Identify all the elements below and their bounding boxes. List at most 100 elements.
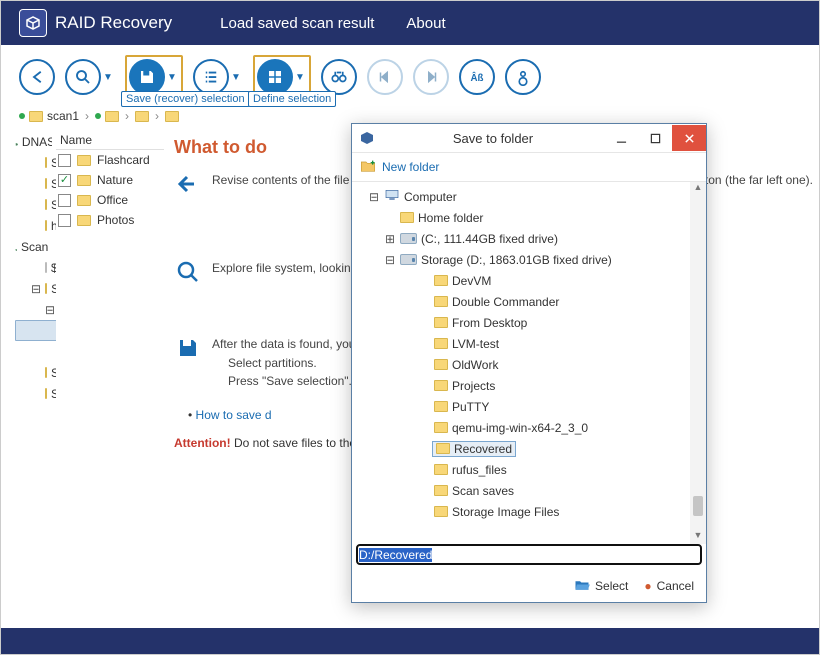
tree-folder[interactable]: ·LVM-test: [356, 333, 688, 354]
drive-icon: [15, 135, 18, 149]
expand-icon[interactable]: ⊞: [384, 232, 396, 246]
folder-icon: [77, 195, 91, 206]
list-item[interactable]: Photos: [56, 210, 164, 230]
tree-label: From Desktop: [452, 316, 527, 330]
tree-item[interactable]: SystemLogs: [15, 383, 56, 404]
tree-item[interactable]: $LostFiles: [15, 257, 56, 278]
collapse-icon[interactable]: ⊟: [384, 253, 396, 267]
chevron-right-icon: ›: [155, 109, 159, 123]
folder-icon: [45, 157, 47, 168]
define-dropdown[interactable]: ▼: [293, 72, 307, 83]
search-icon: [174, 260, 202, 284]
tree-drive-scan[interactable]: Scan result (Ext2/3/4 file system; 24.78…: [15, 236, 56, 257]
help-link[interactable]: How to save d: [196, 408, 272, 422]
drive-icon: [15, 240, 17, 254]
minimize-button[interactable]: [604, 125, 638, 151]
new-folder-label: New folder: [382, 160, 439, 174]
tree-folder[interactable]: ·Scan saves: [356, 480, 688, 501]
tree-home-folder[interactable]: ·Home folder: [356, 207, 688, 228]
tree-item-pictures[interactable]: ⊞Pictures: [15, 320, 56, 341]
list-item[interactable]: Flashcard: [56, 150, 164, 170]
tree-folder[interactable]: ·Storage Image Files: [356, 501, 688, 522]
dialog-vertical-scrollbar[interactable]: ▲ ▼: [690, 182, 706, 544]
tree-label: Projects: [452, 379, 495, 393]
select-label: Select: [595, 579, 628, 593]
select-button[interactable]: Select: [574, 578, 628, 594]
checkbox[interactable]: [58, 174, 71, 187]
list-item[interactable]: Office: [56, 190, 164, 210]
folder-icon: [434, 464, 448, 475]
list-item[interactable]: Nature: [56, 170, 164, 190]
folder-icon: [45, 283, 47, 294]
scroll-down-icon[interactable]: ▼: [694, 530, 703, 544]
list-dropdown[interactable]: ▼: [229, 72, 243, 83]
tree-label: DNAS (Ext2/3/4 file system): [22, 135, 52, 149]
path-input[interactable]: [356, 544, 702, 565]
tree-item[interactable]: System: [15, 173, 56, 194]
close-button[interactable]: [672, 125, 706, 151]
tree-c-drive[interactable]: ⊞ (C:, 111.44GB fixed drive): [356, 228, 688, 249]
nav-next-button[interactable]: [413, 59, 449, 95]
tree-label: Home folder: [418, 211, 483, 225]
save-button[interactable]: [129, 59, 165, 95]
nav-load-saved[interactable]: Load saved scan result: [220, 15, 374, 32]
search-button[interactable]: [65, 59, 101, 95]
dialog-icon: [358, 129, 376, 147]
tree-item[interactable]: Shares: [15, 152, 56, 173]
checkbox[interactable]: [58, 194, 71, 207]
folder-icon: [434, 359, 448, 370]
app-logo: RAID Recovery: [19, 9, 172, 37]
save-dropdown[interactable]: ▼: [165, 72, 179, 83]
nav-about[interactable]: About: [406, 15, 445, 32]
tree-folder[interactable]: ·OldWork: [356, 354, 688, 375]
tree-label: (C:, 111.44GB fixed drive): [421, 232, 558, 246]
folder-icon: [434, 401, 448, 412]
folder-open-icon: [574, 578, 590, 594]
scroll-up-icon[interactable]: ▲: [694, 182, 703, 196]
tree-item[interactable]: Videos: [15, 341, 56, 362]
main-toolbar: ▼ ▼ ▼ ▼ Âß Save (recover) selection Defi…: [1, 45, 819, 107]
tree-folder[interactable]: ·Projects: [356, 375, 688, 396]
tree-computer[interactable]: ⊟Computer: [356, 186, 688, 207]
collapse-icon[interactable]: ⊟: [45, 303, 55, 317]
case-button[interactable]: Âß: [459, 59, 495, 95]
folder-icon: [434, 338, 448, 349]
list-button[interactable]: [193, 59, 229, 95]
folder-icon: [77, 215, 91, 226]
tree-folder[interactable]: ·rufus_files: [356, 459, 688, 480]
person-button[interactable]: [505, 59, 541, 95]
checkbox[interactable]: [58, 154, 71, 167]
tree-folder[interactable]: ·qemu-img-win-x64-2_3_0: [356, 417, 688, 438]
tree-drive-dnas[interactable]: DNAS (Ext2/3/4 file system): [15, 131, 56, 152]
collapse-icon[interactable]: ⊟: [368, 190, 380, 204]
bc-label[interactable]: scan1: [47, 109, 79, 123]
tree-folder[interactable]: ·Double Commander: [356, 291, 688, 312]
define-button[interactable]: [257, 59, 293, 95]
tree-item[interactable]: ⊟Shares: [15, 278, 56, 299]
collapse-icon[interactable]: ⊟: [31, 282, 41, 296]
tree-d-drive[interactable]: ⊟Storage (D:, 1863.01GB fixed drive): [356, 249, 688, 270]
binoculars-button[interactable]: [321, 59, 357, 95]
tree-item[interactable]: home: [15, 215, 56, 236]
tree-folder[interactable]: ·PuTTY: [356, 396, 688, 417]
cancel-button[interactable]: ●Cancel: [644, 579, 694, 593]
disk-icon: [400, 254, 417, 265]
dialog-titlebar[interactable]: Save to folder: [352, 124, 706, 152]
new-folder-button[interactable]: New folder: [360, 159, 439, 176]
maximize-button[interactable]: [638, 125, 672, 151]
tree-label: Scan saves: [452, 484, 514, 498]
tree-item[interactable]: SystemLogs: [15, 194, 56, 215]
dot-icon: [95, 113, 101, 119]
tree-folder[interactable]: ·Recovered: [356, 438, 688, 459]
tree-folder[interactable]: ·DevVM: [356, 270, 688, 291]
checkbox[interactable]: [58, 214, 71, 227]
search-dropdown[interactable]: ▼: [101, 72, 115, 83]
nav-prev-button[interactable]: [367, 59, 403, 95]
folder-tree: ⊟Computer ·Home folder ⊞ (C:, 111.44GB fi…: [352, 182, 690, 544]
tree-folder[interactable]: ·From Desktop: [356, 312, 688, 333]
tree-item[interactable]: System: [15, 362, 56, 383]
folder-icon: [434, 422, 448, 433]
tree-item[interactable]: ⊟Shared: [15, 299, 56, 320]
back-button[interactable]: [19, 59, 55, 95]
list-header-name[interactable]: Name: [56, 131, 164, 150]
